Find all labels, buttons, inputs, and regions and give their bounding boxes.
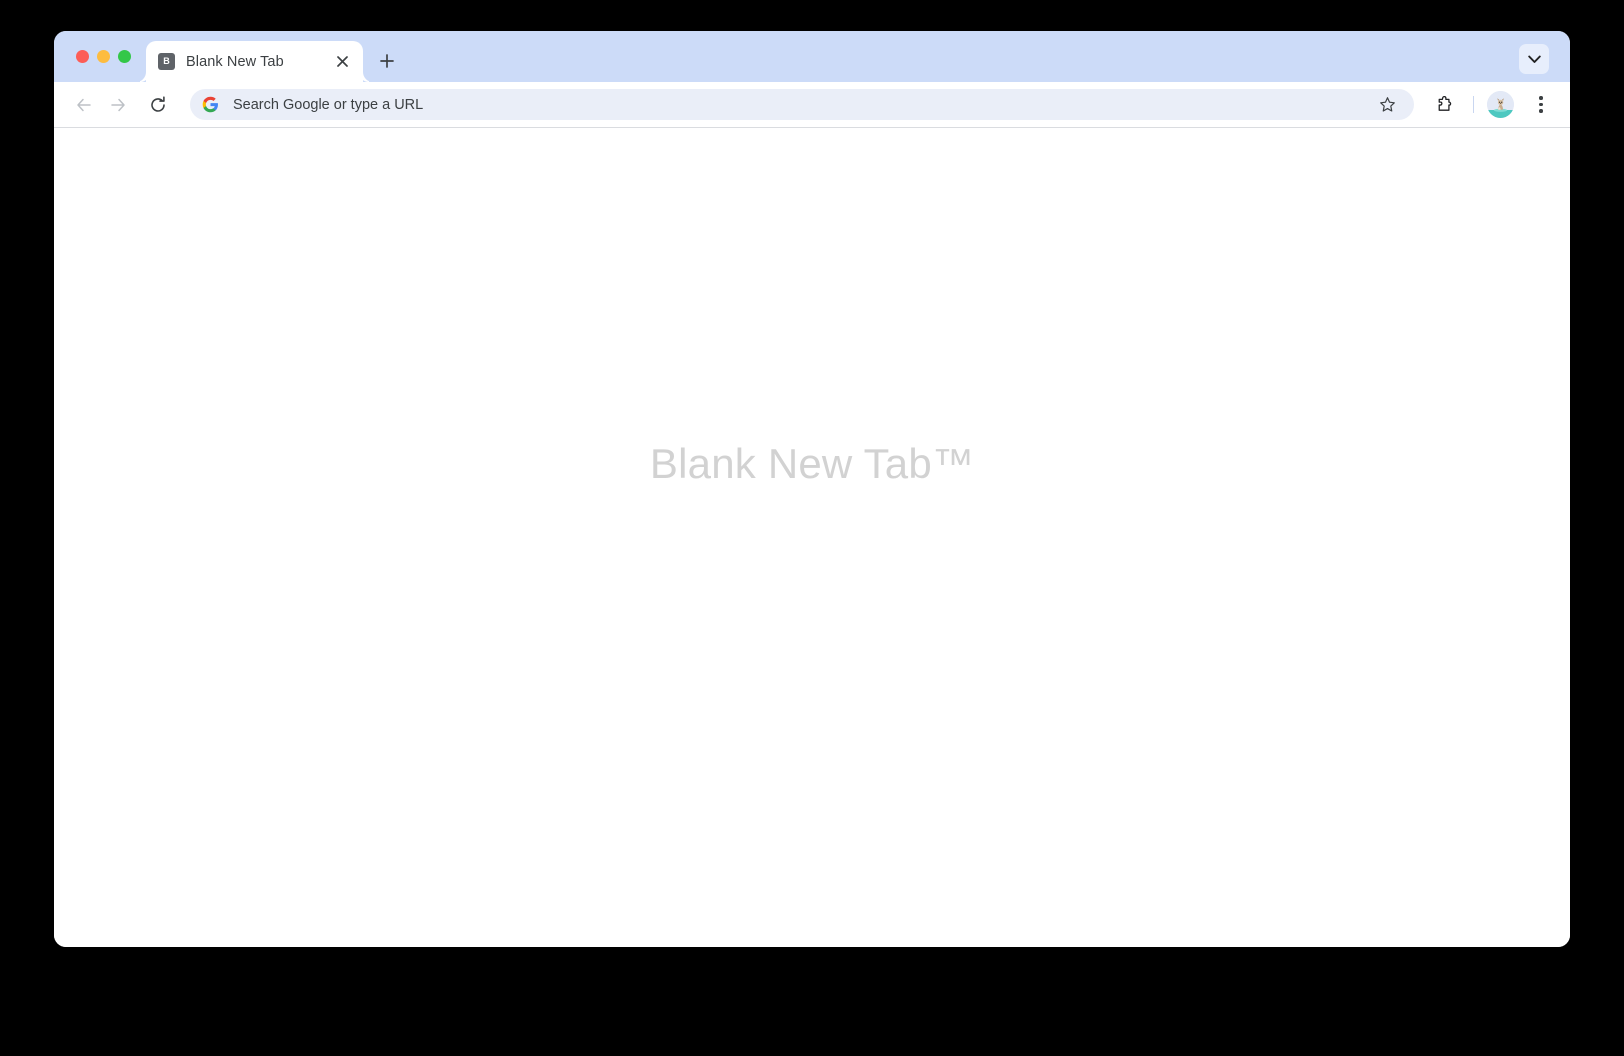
chevron-down-icon: [1527, 55, 1541, 64]
menu-dot-1: [1539, 96, 1543, 100]
google-logo-icon: [202, 96, 219, 113]
puzzle-piece-icon: [1436, 95, 1455, 114]
window-close-button[interactable]: [76, 50, 89, 63]
menu-dot-2: [1539, 102, 1543, 107]
tab-search-button[interactable]: [1519, 44, 1549, 74]
window-minimize-button[interactable]: [97, 50, 110, 63]
page-content: Blank New Tab™: [54, 128, 1570, 947]
extensions-button[interactable]: [1430, 90, 1460, 120]
arrow-right-icon: [109, 96, 127, 114]
forward-button[interactable]: [102, 89, 134, 121]
bookmark-star-icon[interactable]: [1374, 92, 1400, 118]
reload-button[interactable]: [142, 89, 174, 121]
tab-close-icon[interactable]: [331, 51, 353, 73]
browser-menu-button[interactable]: [1526, 90, 1556, 120]
browser-window: B Blank New Tab Search Google or type a …: [54, 31, 1570, 947]
arrow-left-icon: [75, 96, 93, 114]
tab-favicon-icon: B: [158, 53, 175, 70]
window-maximize-button[interactable]: [118, 50, 131, 63]
toolbar-divider: [1473, 96, 1474, 113]
browser-toolbar: Search Google or type a URL: [54, 82, 1570, 128]
tab-strip: B Blank New Tab: [54, 31, 1570, 82]
menu-dot-3: [1539, 109, 1543, 113]
tab-title: Blank New Tab: [186, 53, 284, 70]
omnibox-placeholder-text: Search Google or type a URL: [233, 96, 424, 113]
page-headline: Blank New Tab™: [649, 440, 975, 487]
new-tab-button[interactable]: [372, 46, 402, 76]
window-traffic-lights: [54, 31, 143, 82]
reload-icon: [149, 95, 167, 114]
back-button[interactable]: [68, 89, 100, 121]
browser-tab[interactable]: B Blank New Tab: [146, 41, 363, 82]
profile-avatar[interactable]: [1487, 91, 1514, 118]
omnibox[interactable]: Search Google or type a URL: [190, 89, 1414, 120]
